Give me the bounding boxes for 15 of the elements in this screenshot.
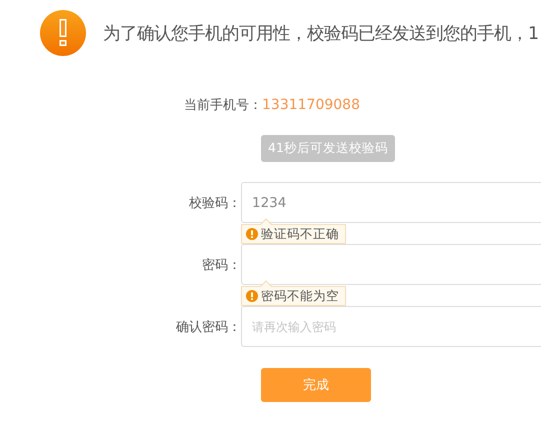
finish-button[interactable]: 完成 xyxy=(261,368,371,402)
warning-icon xyxy=(40,10,86,56)
input-field[interactable]: 1234 xyxy=(241,182,541,223)
input-field[interactable]: 请再次输入密码 xyxy=(241,306,541,347)
notice-text: 为了确认您手机的可用性，校验码已经发送到您的手机，1 xyxy=(103,23,540,45)
field-label: 确认密码： xyxy=(176,318,241,336)
warning-icon xyxy=(246,228,258,240)
error-message: 验证码不正确 xyxy=(261,226,339,242)
input-field[interactable] xyxy=(241,244,541,285)
phone-number: 13311709088 xyxy=(262,97,360,113)
field-label: 密码： xyxy=(202,256,241,274)
phone-label: 当前手机号： xyxy=(184,98,262,113)
warning-icon xyxy=(246,290,258,302)
field-label: 校验码： xyxy=(189,194,241,212)
error-message: 密码不能为空 xyxy=(261,288,339,304)
